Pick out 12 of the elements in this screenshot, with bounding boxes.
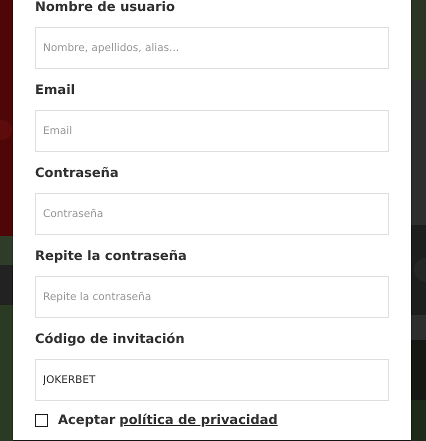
field-label: Código de invitación bbox=[35, 331, 186, 349]
checkbox-label: Aceptar bbox=[58, 413, 116, 428]
input-field[interactable]: Email bbox=[35, 110, 389, 152]
field-label: Repite la contraseña bbox=[35, 248, 188, 266]
input-field[interactable]: Nombre, apellidos, alias... bbox=[35, 27, 389, 69]
input-field[interactable]: Repite la contraseña bbox=[35, 276, 389, 318]
input-field[interactable]: Contraseña bbox=[35, 193, 389, 235]
privacy-link[interactable]: política de privacidad bbox=[119, 413, 278, 428]
field-label: Email bbox=[35, 82, 76, 100]
field-label: Contraseña bbox=[35, 165, 120, 183]
field-label: Nombre de usuario bbox=[35, 0, 176, 17]
checkbox[interactable] bbox=[35, 414, 48, 427]
